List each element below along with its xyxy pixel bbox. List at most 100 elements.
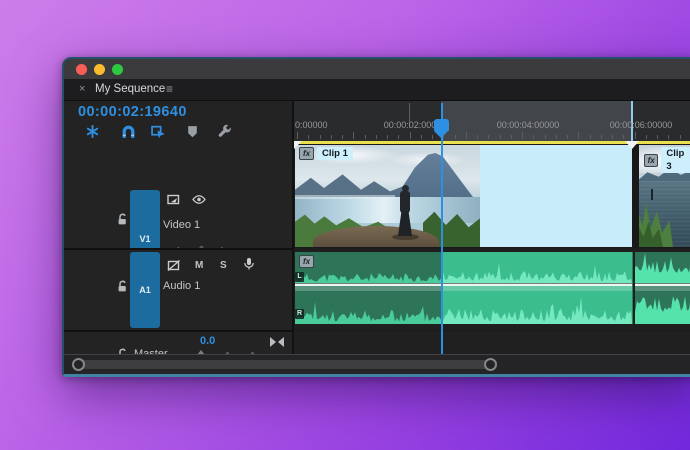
audio-lock-icon[interactable] bbox=[116, 280, 129, 293]
playhead-handle[interactable] bbox=[434, 119, 449, 138]
timeline-toolbar bbox=[64, 122, 292, 142]
audio-track-target[interactable]: A1 bbox=[130, 252, 160, 328]
ruler-tick bbox=[477, 135, 478, 139]
pan-bowtie-icon[interactable] bbox=[270, 337, 284, 347]
ruler-tick bbox=[600, 135, 602, 139]
clip1-thumbnail[interactable] bbox=[295, 145, 481, 247]
ruler-tick bbox=[454, 135, 456, 139]
audio-clip3[interactable] bbox=[635, 252, 690, 324]
video-lock-icon[interactable] bbox=[116, 213, 129, 226]
nest-indicator-icon[interactable] bbox=[85, 124, 101, 140]
ruler-tick bbox=[679, 135, 681, 139]
ruler-tick bbox=[668, 135, 670, 139]
horizontal-scrollbar[interactable] bbox=[64, 354, 690, 374]
edit-point-notch bbox=[625, 141, 639, 149]
audio-waveform bbox=[295, 273, 441, 283]
ruler-tick bbox=[387, 135, 388, 139]
master-volume-value[interactable]: 0.0 bbox=[200, 335, 215, 347]
zoom-traffic-light[interactable] bbox=[112, 64, 123, 75]
lane-highlight bbox=[295, 286, 441, 291]
ruler-timecode-label: 00:00:06:00000 bbox=[609, 120, 673, 130]
clip3-name: Clip 3 bbox=[661, 147, 690, 173]
ruler-tick bbox=[612, 135, 613, 139]
scene-bird bbox=[651, 189, 653, 200]
ruler-tick bbox=[623, 135, 625, 139]
panel-menu-icon[interactable]: ≡ bbox=[166, 82, 173, 96]
toggle-track-output-eye-icon[interactable] bbox=[192, 193, 206, 206]
ruler-tick bbox=[544, 135, 546, 139]
ruler-tick bbox=[634, 132, 636, 139]
ruler-tick bbox=[645, 135, 647, 139]
solo-track-button[interactable]: S bbox=[220, 260, 227, 271]
zoom-handle-right[interactable] bbox=[484, 358, 497, 371]
ruler-tick bbox=[308, 135, 310, 139]
audio-waveform bbox=[295, 301, 441, 324]
clip1-name: Clip 1 bbox=[317, 147, 353, 160]
scene-person bbox=[400, 191, 410, 213]
ruler-tick bbox=[353, 132, 355, 139]
ruler-timecode-label: 00:00:04:00000 bbox=[496, 120, 560, 130]
scene-shoreline bbox=[295, 195, 395, 199]
audio-track-header: A1 M S Audio 1 bbox=[64, 250, 292, 330]
ruler-tick bbox=[319, 135, 321, 139]
clip1-label[interactable]: fx Clip 1 bbox=[299, 147, 353, 160]
minimize-traffic-light[interactable] bbox=[94, 64, 105, 75]
video-track-lane: fx Clip 1 fx Clip 3 bbox=[294, 144, 690, 248]
playhead-timecode[interactable]: 00:00:02:19640 bbox=[78, 104, 187, 120]
ruler-tick bbox=[420, 135, 422, 139]
add-marker-icon[interactable] bbox=[185, 124, 201, 140]
audio-waveform bbox=[635, 296, 690, 324]
audio-track-name[interactable]: Audio 1 bbox=[163, 280, 200, 292]
ruler-tick bbox=[364, 135, 366, 139]
audio-fx-badge: fx bbox=[299, 255, 314, 268]
panel-tabbar: × My Sequence ≡ bbox=[64, 79, 690, 101]
audio-waveform bbox=[635, 253, 690, 283]
clip2-selected-body[interactable] bbox=[480, 145, 632, 247]
linked-selection-icon[interactable] bbox=[151, 124, 167, 140]
window-titlebar[interactable] bbox=[64, 59, 690, 79]
audio-track-lane: fx L R bbox=[294, 250, 690, 330]
ruler-tick bbox=[375, 135, 377, 139]
scrollbar-thumb[interactable] bbox=[80, 360, 490, 369]
ruler-tick bbox=[657, 135, 658, 139]
zoom-handle-left[interactable] bbox=[72, 358, 85, 371]
playhead-line[interactable] bbox=[441, 103, 443, 357]
ruler-tick bbox=[499, 135, 501, 139]
ruler-tick bbox=[510, 135, 512, 139]
ruler-tick bbox=[342, 135, 343, 139]
ruler-tick bbox=[533, 135, 535, 139]
audio-waveform bbox=[441, 297, 632, 324]
timeline-panel: 00:00:02:19640 V1 Video 1 A1 M S Audio 1… bbox=[64, 101, 690, 374]
ruler-tick bbox=[330, 135, 332, 139]
close-traffic-light[interactable] bbox=[76, 64, 87, 75]
time-ruler[interactable]: 0:00000 00:00:02:00000 00:00:04:00000 00:00… bbox=[294, 101, 690, 141]
tab-title[interactable]: My Sequence bbox=[95, 83, 165, 95]
audio-sync-lock-icon[interactable] bbox=[167, 259, 181, 272]
mute-track-button[interactable]: M bbox=[195, 260, 203, 271]
snap-magnet-icon[interactable] bbox=[121, 124, 137, 140]
sync-lock-icon[interactable] bbox=[167, 193, 181, 206]
edit-point-notch bbox=[294, 141, 302, 149]
clip3-label[interactable]: fx Clip 3 bbox=[644, 147, 690, 173]
video-track-name[interactable]: Video 1 bbox=[163, 219, 200, 231]
tab-close-icon[interactable]: × bbox=[79, 83, 85, 95]
ruler-tick bbox=[578, 132, 580, 139]
ruler-tick bbox=[409, 132, 411, 139]
audio-clip2-selected[interactable] bbox=[441, 252, 633, 324]
left-channel-badge: L bbox=[295, 272, 304, 282]
ruler-tick bbox=[488, 135, 490, 139]
master-track-header: 0.0 Master bbox=[64, 332, 292, 356]
lane-highlight bbox=[635, 286, 690, 291]
track-headers: V1 Video 1 ◀ ▶ bbox=[64, 144, 292, 374]
header-content-divider[interactable] bbox=[292, 101, 294, 374]
voiceover-record-mic-icon[interactable] bbox=[242, 257, 256, 270]
audio-clip1[interactable]: fx L R bbox=[295, 252, 442, 324]
desktop-background: × My Sequence ≡ 00:00:02:19640 V1 Video … bbox=[0, 0, 690, 450]
master-track-lane bbox=[294, 332, 690, 356]
fx-badge-icon: fx bbox=[299, 255, 314, 268]
ruler-tick bbox=[555, 135, 557, 139]
timeline-settings-wrench-icon[interactable] bbox=[217, 124, 233, 140]
right-channel-badge: R bbox=[295, 309, 304, 319]
premiere-timeline-window: × My Sequence ≡ 00:00:02:19640 V1 Video … bbox=[62, 57, 690, 377]
ruler-timecode-label: 0:00000 bbox=[295, 120, 328, 130]
